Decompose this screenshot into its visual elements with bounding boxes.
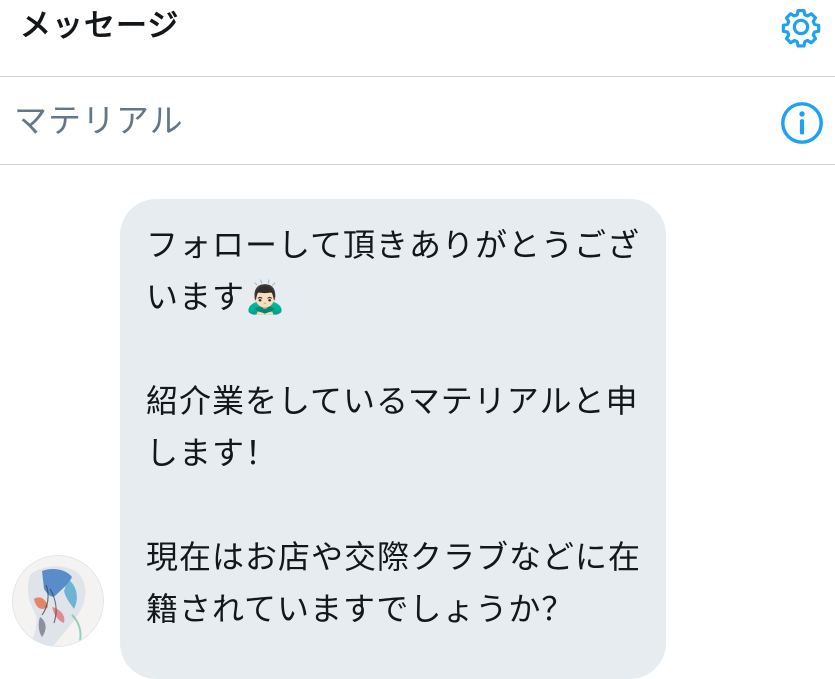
message-paragraph-2: 紹介業をしているマテリアルと申します！ — [146, 382, 639, 472]
settings-button[interactable] — [776, 2, 826, 52]
received-message-bubble[interactable]: フォローして頂きありがとうございます🙇🏻‍♂️ 紹介業をしているマテリアルと申し… — [120, 199, 666, 679]
message-paragraph-3: 現在はお店や交際クラブなどに在籍されていますでしょうか？ — [146, 538, 642, 628]
info-button[interactable] — [776, 97, 828, 149]
avatar[interactable] — [12, 555, 104, 647]
page-title: メッセージ — [20, 8, 180, 44]
message-thread: フォローして頂きありがとうございます🙇🏻‍♂️ 紹介業をしているマテリアルと申し… — [0, 165, 835, 679]
message-paragraph-1: フォローして頂きありがとうございます🙇🏻‍♂️ — [146, 226, 641, 316]
conversation-header: マテリアル — [0, 77, 835, 165]
gear-icon — [781, 8, 821, 48]
conversation-name[interactable]: マテリアル — [14, 99, 184, 143]
top-bar: メッセージ — [0, 0, 835, 77]
info-icon — [781, 102, 823, 144]
avatar-image — [12, 555, 104, 647]
